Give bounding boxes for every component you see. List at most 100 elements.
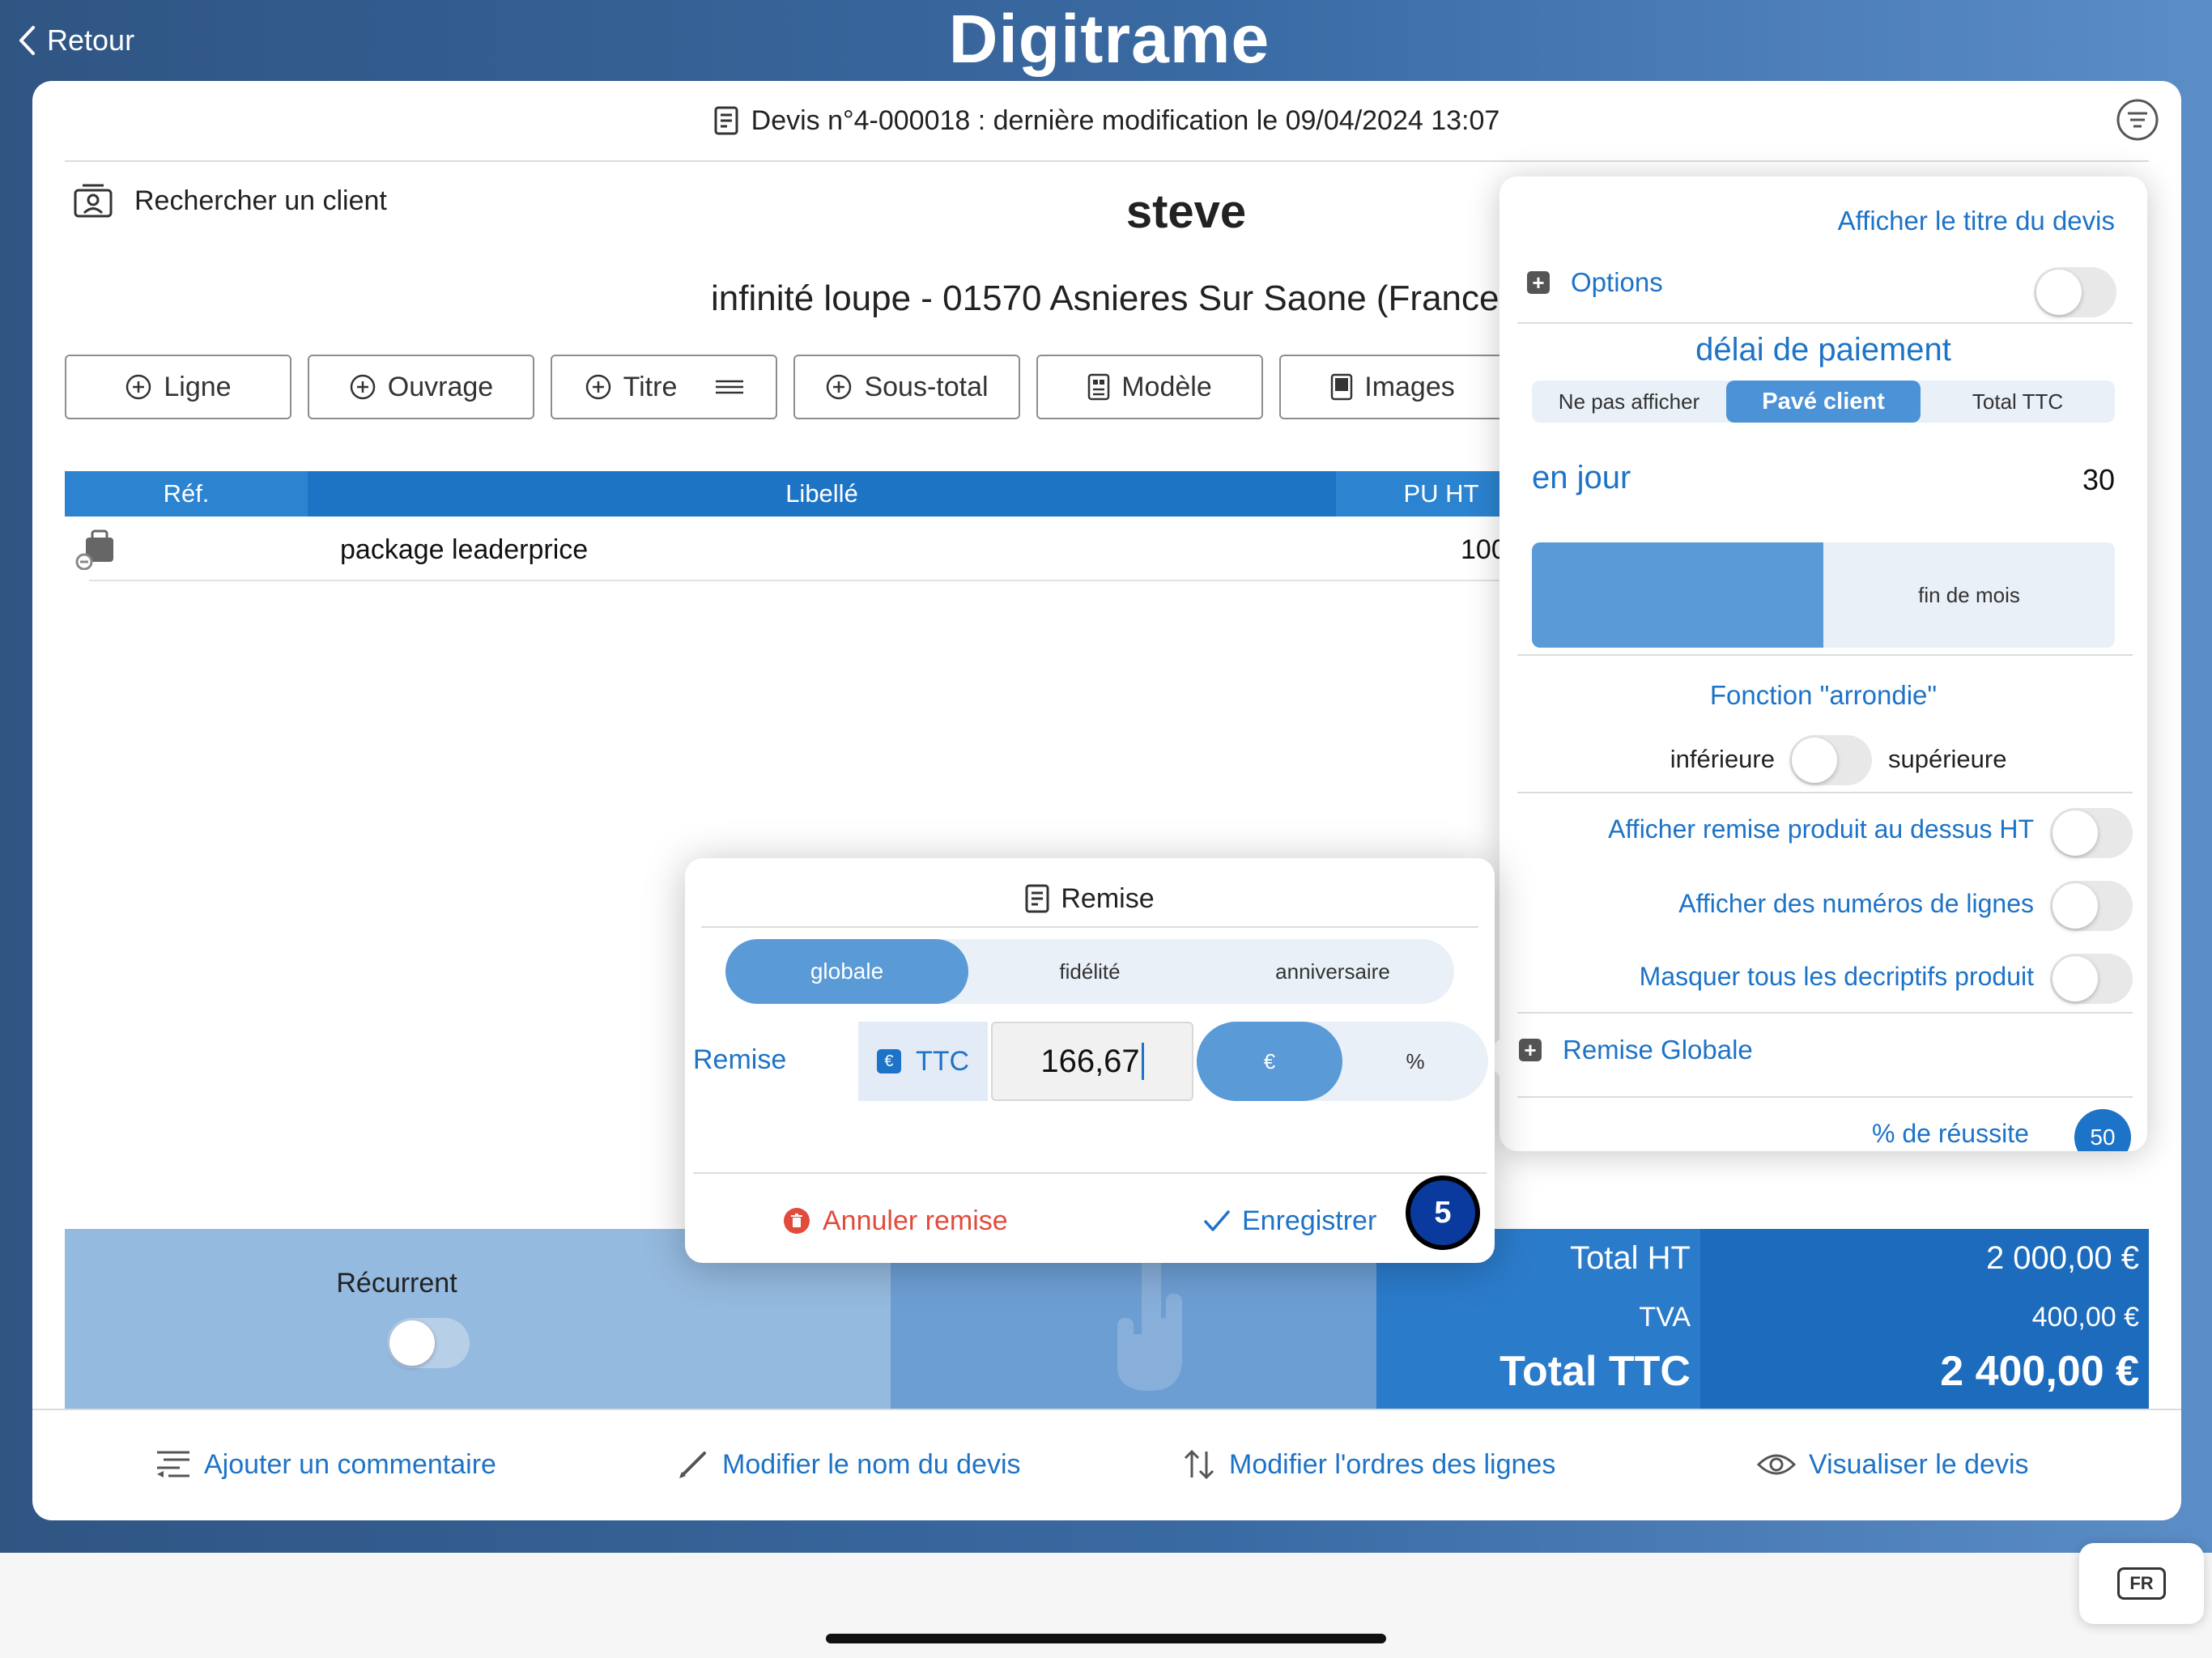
ttc-selector[interactable]: € TTC bbox=[858, 1022, 988, 1101]
add-line-button[interactable]: Ligne bbox=[65, 355, 291, 419]
hand-pointer-icon bbox=[1117, 1252, 1182, 1391]
days-label: en jour bbox=[1532, 460, 1631, 495]
show-line-numbers-label: Afficher des numéros de lignes bbox=[1678, 889, 2034, 918]
text-cursor bbox=[1141, 1043, 1144, 1080]
cancel-discount-button[interactable]: Annuler remise bbox=[784, 1197, 1008, 1245]
plus-circle-icon bbox=[126, 374, 151, 400]
add-comment-button[interactable]: Ajouter un commentaire bbox=[155, 1410, 496, 1519]
tva-value: 400,00 € bbox=[2031, 1302, 2139, 1333]
divider bbox=[1517, 792, 2133, 793]
back-label: Retour bbox=[47, 23, 135, 57]
divider bbox=[693, 1172, 1487, 1174]
plus-square-icon: + bbox=[1527, 271, 1550, 294]
global-discount-row[interactable]: + Remise Globale bbox=[1519, 1035, 1753, 1065]
show-title-link[interactable]: Afficher le titre du devis bbox=[1838, 206, 2115, 236]
keyboard-language-label: FR bbox=[2117, 1567, 2166, 1600]
add-ouvrage-label: Ouvrage bbox=[387, 371, 494, 402]
rename-quote-button[interactable]: Modifier le nom du devis bbox=[677, 1410, 1021, 1519]
rounding-upper-label: supérieure bbox=[1888, 745, 2007, 773]
payment-mode-client[interactable]: Pavé client bbox=[1726, 380, 1921, 423]
eye-icon bbox=[1757, 1454, 1796, 1475]
chevron-left-icon bbox=[19, 26, 35, 55]
preview-quote-label: Visualiser le devis bbox=[1809, 1448, 2029, 1480]
options-toggle[interactable] bbox=[2034, 267, 2116, 317]
hide-descriptions-toggle[interactable] bbox=[2050, 954, 2133, 1004]
plus-circle-icon bbox=[350, 374, 376, 400]
save-discount-button[interactable]: Enregistrer bbox=[1203, 1197, 1376, 1245]
rounding-title: Fonction "arrondie" bbox=[1709, 680, 1938, 710]
total-ttc-value: 2 400,00 € bbox=[1940, 1348, 2139, 1395]
client-name[interactable]: steve bbox=[923, 185, 1449, 239]
success-rate-label: % de réussite bbox=[1872, 1119, 2029, 1148]
days-value[interactable]: 30 bbox=[2082, 463, 2115, 497]
unit-euro[interactable]: € bbox=[1197, 1022, 1342, 1101]
payment-mode-segment: Ne pas afficher Pavé client Total TTC bbox=[1532, 380, 2115, 423]
add-title-button[interactable]: Titre bbox=[551, 355, 777, 419]
search-client-label: Rechercher un client bbox=[134, 185, 387, 216]
add-line-label: Ligne bbox=[164, 371, 232, 402]
unit-percent[interactable]: % bbox=[1342, 1022, 1488, 1101]
back-button[interactable]: Retour bbox=[18, 18, 134, 63]
success-rate-value[interactable]: 50 bbox=[2074, 1109, 2131, 1151]
show-line-numbers-toggle[interactable] bbox=[2050, 881, 2133, 931]
totals-values: 2 000,00 € 400,00 € 2 400,00 € bbox=[1700, 1229, 2149, 1409]
divider bbox=[1517, 1096, 2133, 1098]
app-logo: Digitrame bbox=[948, 1, 1270, 77]
preview-quote-button[interactable]: Visualiser le devis bbox=[1757, 1410, 2029, 1519]
show-discount-above-ht-label: Afficher remise produit au dessus HT bbox=[1608, 814, 2034, 844]
search-client-button[interactable]: Rechercher un client bbox=[73, 176, 387, 225]
divider bbox=[701, 926, 1478, 928]
month-end-option[interactable]: fin de mois bbox=[1823, 542, 2115, 648]
keyboard-language-key[interactable]: FR bbox=[2079, 1543, 2204, 1624]
recurrent-toggle[interactable] bbox=[387, 1318, 470, 1368]
options-row[interactable]: + Options bbox=[1527, 267, 1663, 298]
image-icon bbox=[1331, 373, 1353, 401]
discount-type-global[interactable]: globale bbox=[725, 939, 968, 1004]
plus-square-icon: + bbox=[1519, 1039, 1542, 1061]
home-indicator[interactable] bbox=[826, 1634, 1386, 1643]
discount-value-input[interactable]: 166,67 bbox=[991, 1022, 1193, 1101]
options-label: Options bbox=[1571, 267, 1663, 297]
total-ht-value: 2 000,00 € bbox=[1985, 1240, 2139, 1276]
divider bbox=[1517, 654, 2133, 656]
add-ouvrage-button[interactable]: Ouvrage bbox=[308, 355, 534, 419]
document-icon bbox=[714, 106, 738, 135]
tva-label: TVA bbox=[1639, 1302, 1691, 1333]
payment-delay-title: délai de paiement bbox=[1695, 332, 1951, 368]
payment-mode-total[interactable]: Total TTC bbox=[1921, 380, 2115, 423]
trash-icon bbox=[784, 1208, 810, 1234]
menu-icon[interactable] bbox=[2115, 97, 2160, 142]
discount-dialog: Remise globale fidélité anniversaire Rem… bbox=[685, 858, 1495, 1263]
discount-dialog-title: Remise bbox=[1061, 882, 1155, 914]
discount-type-birthday[interactable]: anniversaire bbox=[1211, 939, 1454, 1004]
document-title: Devis n°4-000018 : dernière modification… bbox=[751, 104, 1500, 136]
add-subtotal-button[interactable]: Sous-total bbox=[793, 355, 1020, 419]
discount-type-loyalty[interactable]: fidélité bbox=[968, 939, 1211, 1004]
contact-card-icon bbox=[74, 184, 113, 218]
total-ht-label: Total HT bbox=[1570, 1240, 1691, 1276]
ttc-label: TTC bbox=[915, 1045, 970, 1077]
divider bbox=[89, 580, 1546, 581]
options-popover: Afficher le titre du devis + Options dél… bbox=[1499, 176, 2147, 1151]
column-ref: Réf. bbox=[65, 471, 308, 517]
add-toolbar: Ligne Ouvrage Titre Sous-total Modèle Im… bbox=[65, 355, 1522, 419]
discount-type-segment: globale fidélité anniversaire bbox=[725, 939, 1454, 1004]
discount-label: Remise bbox=[693, 1044, 787, 1075]
table-row[interactable]: package leaderprice 1000, bbox=[65, 518, 1546, 581]
show-discount-above-ht-toggle[interactable] bbox=[2050, 808, 2133, 858]
rounding-lower-label: inférieure bbox=[1670, 745, 1775, 773]
images-button[interactable]: Images bbox=[1279, 355, 1506, 419]
comment-lines-icon bbox=[157, 1451, 189, 1477]
rounding-toggle[interactable] bbox=[1789, 735, 1872, 785]
add-title-label: Titre bbox=[623, 371, 678, 402]
pencil-icon bbox=[679, 1452, 706, 1478]
reorder-lines-button[interactable]: Modifier l'ordres des lignes bbox=[1182, 1410, 1555, 1519]
rename-quote-label: Modifier le nom du devis bbox=[722, 1448, 1021, 1480]
euro-icon: € bbox=[876, 1049, 901, 1073]
month-end-option-selected[interactable] bbox=[1532, 542, 1823, 648]
template-button[interactable]: Modèle bbox=[1036, 355, 1263, 419]
column-libelle: Libellé bbox=[785, 479, 858, 508]
document-icon bbox=[1025, 884, 1049, 913]
payment-mode-hide[interactable]: Ne pas afficher bbox=[1532, 380, 1726, 423]
divider bbox=[1517, 322, 2133, 324]
